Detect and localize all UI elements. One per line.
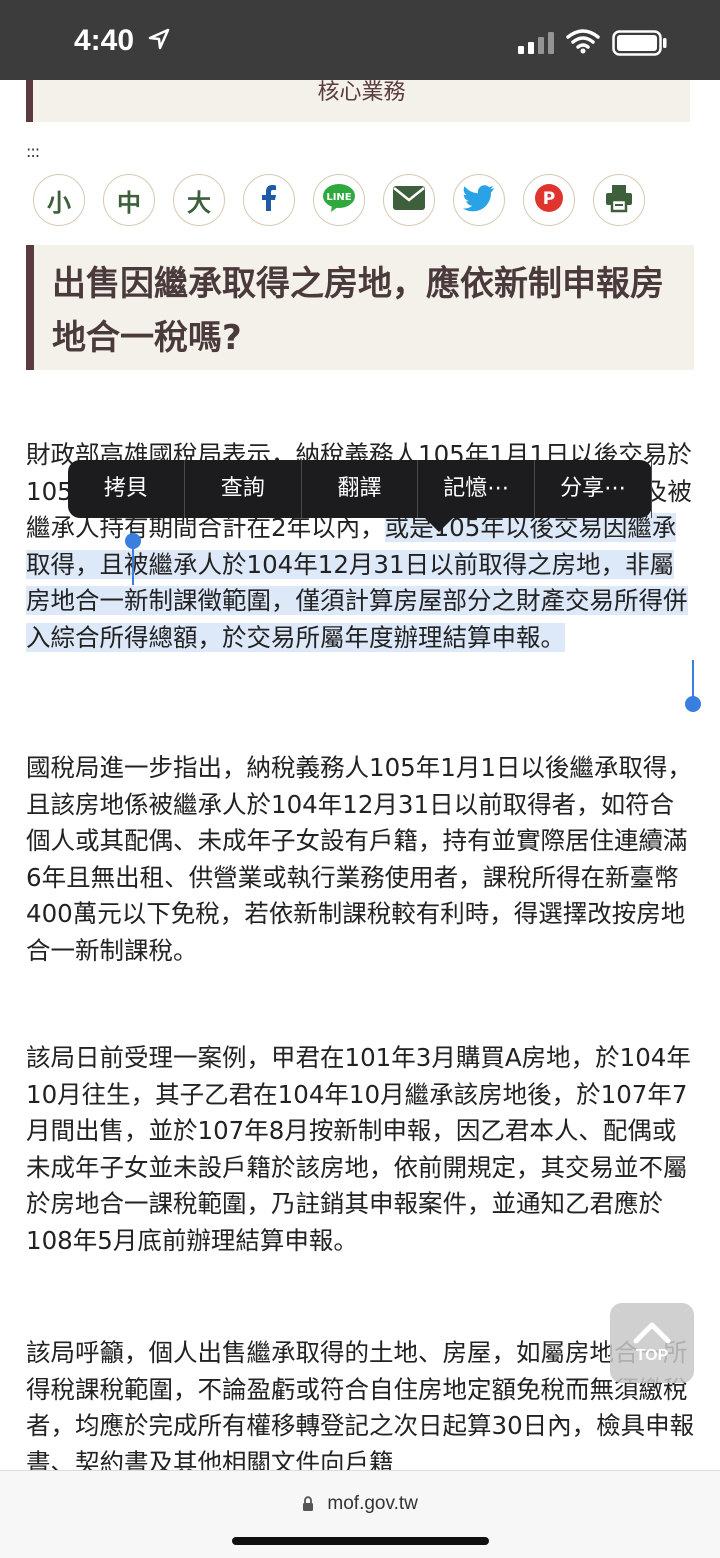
font-medium-label: 中 bbox=[117, 188, 141, 217]
article-title: 出售因繼承取得之房地，應依新制申報房地合一稅嗎? bbox=[52, 264, 664, 358]
font-small-button[interactable]: 小 bbox=[33, 174, 85, 226]
wifi-icon bbox=[566, 28, 600, 58]
selection-end-handle[interactable] bbox=[685, 696, 701, 712]
font-small-label: 小 bbox=[47, 188, 71, 217]
print-button[interactable] bbox=[593, 174, 645, 226]
share-menu-item[interactable]: 分享⋯ bbox=[535, 460, 652, 518]
memory-menu-item[interactable]: 記憶⋯ bbox=[418, 460, 536, 518]
cellular-signal-icon bbox=[518, 30, 554, 54]
menu-pointer bbox=[425, 518, 453, 532]
section-header-box: 核心業務 bbox=[26, 80, 690, 122]
address-bar[interactable]: mof.gov.tw bbox=[0, 1493, 720, 1515]
plurk-icon: P bbox=[534, 183, 564, 217]
facebook-share-button[interactable] bbox=[243, 174, 295, 226]
share-toolbar: 小 中 大 LINE P bbox=[33, 174, 645, 226]
scroll-to-top-button[interactable]: TOP bbox=[610, 1303, 694, 1383]
accesskey-marker[interactable]: ::: bbox=[26, 142, 40, 161]
translate-menu-item[interactable]: 翻譯 bbox=[302, 460, 419, 518]
article-paragraph-4: 該局呼籲，個人出售繼承取得的土地、房屋，如屬房地合一所得稅課稅範圍，不論盈虧或符… bbox=[26, 1338, 695, 1477]
battery-icon bbox=[612, 30, 668, 60]
line-icon: LINE bbox=[322, 183, 356, 217]
facebook-icon bbox=[255, 184, 283, 216]
location-arrow-icon bbox=[148, 28, 170, 54]
text-selection-menu: 拷貝 查詢 翻譯 記憶⋯ 分享⋯ bbox=[68, 460, 652, 532]
browser-bottom-bar: mof.gov.tw bbox=[0, 1470, 720, 1558]
line-share-button[interactable]: LINE bbox=[313, 174, 365, 226]
section-header-label: 核心業務 bbox=[317, 80, 406, 105]
scroll-to-top-label: TOP bbox=[635, 1347, 669, 1364]
plurk-share-button[interactable]: P bbox=[523, 174, 575, 226]
email-icon bbox=[392, 185, 426, 215]
article-paragraph-2: 國稅局進一步指出，納稅義務人105年1月1日以後繼承取得，且該房地係被繼承人於1… bbox=[26, 753, 692, 965]
twitter-share-button[interactable] bbox=[453, 174, 505, 226]
selection-start-handle[interactable] bbox=[125, 533, 141, 549]
url-text: mof.gov.tw bbox=[327, 1493, 418, 1514]
status-bar: 4:40 bbox=[0, 0, 720, 80]
lock-icon bbox=[302, 1493, 327, 1514]
svg-text:P: P bbox=[543, 189, 555, 209]
look-up-menu-item[interactable]: 查詢 bbox=[185, 460, 302, 518]
font-medium-button[interactable]: 中 bbox=[103, 174, 155, 226]
print-icon bbox=[604, 183, 634, 217]
email-share-button[interactable] bbox=[383, 174, 435, 226]
twitter-icon bbox=[462, 184, 495, 216]
home-indicator[interactable] bbox=[232, 1537, 489, 1545]
status-time: 4:40 bbox=[74, 24, 135, 57]
font-large-label: 大 bbox=[187, 188, 211, 217]
article-title-box: 出售因繼承取得之房地，應依新制申報房地合一稅嗎? bbox=[26, 245, 694, 370]
selection-start-handle-bar bbox=[132, 545, 134, 585]
copy-menu-item[interactable]: 拷貝 bbox=[68, 460, 185, 518]
selection-end-handle-bar bbox=[692, 660, 694, 700]
font-large-button[interactable]: 大 bbox=[173, 174, 225, 226]
article-paragraph-3: 該局日前受理一案例，甲君在101年3月購買A房地，於104年10月往生，其子乙君… bbox=[26, 1043, 691, 1255]
svg-text:LINE: LINE bbox=[326, 192, 351, 203]
